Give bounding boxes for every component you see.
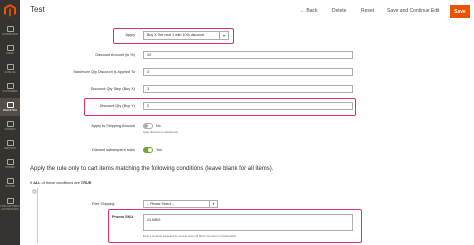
apply-shipping-note: Apply discount to subtotal only — [143, 131, 179, 134]
store-icon — [6, 159, 14, 165]
chevron-down-icon: ▾ — [209, 201, 217, 207]
sidebar-item-system[interactable]: System — [0, 174, 20, 192]
sidebar-item-reports[interactable]: Reports — [0, 136, 20, 154]
apply-select[interactable]: Buy X Get next 1 with 10% discount ▾ — [143, 31, 229, 40]
conditions-title: Apply the rule only to cart items matchi… — [30, 166, 274, 172]
admin-sidebar: Dashboard Sales Catalog Customers Market… — [0, 0, 20, 245]
sidebar-item-stores[interactable]: Stores — [0, 155, 20, 173]
promo-sku-label: Promo SKU — [112, 215, 134, 219]
box-icon — [6, 64, 14, 70]
discount-amount-label: Discount Amount (in %) — [95, 53, 135, 57]
chevron-down-icon: ▾ — [219, 32, 228, 39]
dollar-icon — [6, 45, 14, 51]
sidebar-item-content[interactable]: Content — [0, 117, 20, 135]
toggle-knob — [148, 148, 152, 152]
add-condition-icon[interactable]: + — [32, 189, 37, 194]
sidebar-item-customers[interactable]: Customers — [0, 79, 20, 97]
reset-button[interactable]: Reset — [361, 8, 374, 14]
megaphone-icon — [6, 102, 14, 108]
layout-icon — [6, 121, 14, 127]
discount-amount-input[interactable]: 10 — [143, 51, 353, 59]
apply-shipping-label: Apply to Shipping Amount — [91, 124, 135, 128]
discount-qty-step-label: Discount Qty Step (Buy X) — [90, 87, 135, 91]
sidebar-item-marketing[interactable]: Marketing — [0, 98, 20, 116]
puzzle-icon — [6, 197, 14, 204]
discount-qty-step-input[interactable]: 3 — [143, 85, 353, 93]
condition-tree-line — [37, 188, 38, 243]
apply-shipping-state: No — [156, 124, 161, 128]
save-continue-button[interactable]: Save and Continue Edit — [387, 8, 440, 14]
apply-label: Apply — [125, 33, 136, 37]
sidebar-item-partners[interactable]: Find Partners & Extensions — [0, 193, 20, 215]
max-qty-label: Maximum Qty Discount is Applied To — [73, 70, 135, 74]
discount-qty-buy-y-input[interactable]: 2 — [143, 102, 353, 110]
back-button[interactable]: ← Back — [300, 8, 318, 14]
discard-subsequent-toggle[interactable] — [143, 147, 153, 153]
sidebar-item-catalog[interactable]: Catalog — [0, 60, 20, 78]
condition-select[interactable]: -- Please Select -- ▾ — [143, 200, 218, 208]
conditions-aggregator-line: If ALL of these conditions are TRUE: — [30, 181, 93, 185]
user-icon — [6, 83, 14, 89]
arrow-left-icon: ← — [300, 8, 305, 14]
toggle-knob — [144, 124, 148, 128]
promo-sku-input[interactable]: 24-MB01 — [143, 214, 353, 231]
aggregator-toggle[interactable]: ALL — [33, 181, 40, 185]
apply-shipping-toggle[interactable] — [143, 123, 153, 129]
save-button[interactable]: Save — [450, 5, 470, 18]
delete-button[interactable]: Delete — [332, 8, 346, 14]
value-toggle[interactable]: TRUE — [81, 181, 91, 185]
discard-subsequent-state: Yes — [156, 148, 162, 152]
sidebar-item-dashboard[interactable]: Dashboard — [0, 22, 20, 40]
bar-chart-icon — [6, 140, 14, 146]
promo-sku-note: Enter 1 products separated by comma. Ent… — [143, 235, 237, 238]
dashboard-icon — [6, 26, 14, 32]
discard-subsequent-label: Discard subsequent rules — [92, 148, 135, 152]
discount-qty-buy-y-label: Discount Qty (Buy Y) — [99, 104, 135, 108]
magento-logo-icon[interactable] — [3, 3, 17, 17]
gear-icon — [6, 178, 14, 184]
page-title: Test — [30, 5, 45, 14]
sidebar-item-sales[interactable]: Sales — [0, 41, 20, 59]
condition-option-label: Free Shipping — [92, 202, 115, 206]
max-qty-input[interactable]: 3 — [143, 68, 353, 76]
